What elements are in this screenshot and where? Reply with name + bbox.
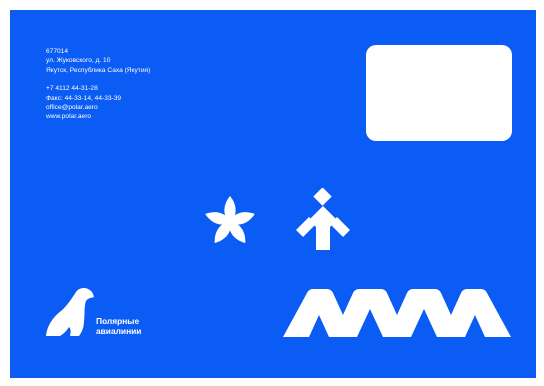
polar-bear-logo bbox=[46, 288, 94, 336]
address-block: 677014 ул. Жуковского, д. 10 Якутск, Рес… bbox=[46, 47, 150, 75]
city: Якутск, Республика Саха (Якутия) bbox=[46, 66, 151, 74]
postal-code: 677014 bbox=[46, 48, 69, 55]
street: ул. Жуковского, д. 10 bbox=[46, 57, 111, 65]
contacts-block: +7 4112 44-31-28 Факс: 44-33-14, 44-33-3… bbox=[46, 84, 150, 122]
stamp-area bbox=[366, 45, 512, 141]
person-icon bbox=[296, 188, 350, 250]
flower-icon bbox=[205, 196, 255, 244]
brand-name: Полярные авиалинии bbox=[96, 316, 141, 336]
brand-name-line1: Полярные bbox=[96, 316, 140, 326]
fax: Факс: 44-33-14, 44-33-39 bbox=[46, 94, 122, 102]
brand-name-line2: авиалинии bbox=[96, 326, 142, 336]
phone: +7 4112 44-31-28 bbox=[46, 85, 98, 93]
sender-address: 677014 ул. Жуковского, д. 10 Якутск, Рес… bbox=[46, 47, 150, 122]
email: office@polar.aero bbox=[46, 104, 98, 112]
website: www.polar.aero bbox=[46, 113, 92, 121]
zigzag-ornament bbox=[283, 289, 511, 337]
